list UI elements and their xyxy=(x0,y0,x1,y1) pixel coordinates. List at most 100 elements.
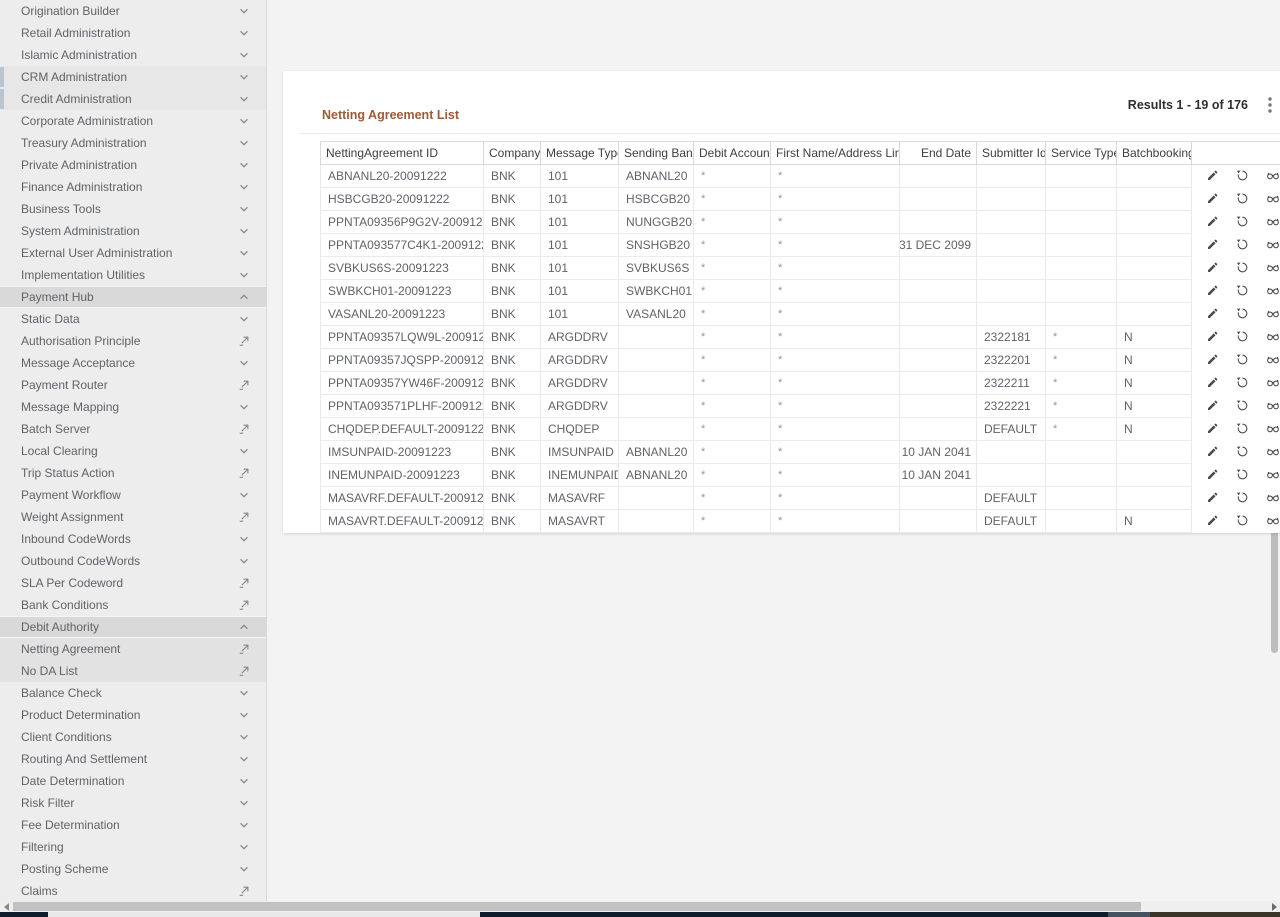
wildcard-value: * xyxy=(1053,331,1057,343)
view-button[interactable] xyxy=(1266,239,1280,253)
sidebar-item-risk-filter[interactable]: Risk Filter xyxy=(0,792,266,814)
sidebar-item-posting-scheme[interactable]: Posting Scheme xyxy=(0,858,266,880)
view-button[interactable] xyxy=(1266,308,1280,322)
sidebar-item-origination-builder[interactable]: Origination Builder xyxy=(0,0,266,22)
reset-button[interactable] xyxy=(1236,446,1249,460)
sidebar-item-date-determination[interactable]: Date Determination xyxy=(0,770,266,792)
sidebar-item-claims[interactable]: Claims xyxy=(0,880,266,901)
edit-button[interactable] xyxy=(1206,515,1219,529)
sidebar-item-fee-determination[interactable]: Fee Determination xyxy=(0,814,266,836)
view-button[interactable] xyxy=(1266,400,1280,414)
edit-button[interactable] xyxy=(1206,469,1219,483)
reset-button[interactable] xyxy=(1236,285,1249,299)
sidebar-item-local-clearing[interactable]: Local Clearing xyxy=(0,440,266,462)
bottom-edge-segment xyxy=(1150,912,1280,917)
cell-company: BNK xyxy=(484,418,541,441)
edit-button[interactable] xyxy=(1206,492,1219,506)
sidebar-item-retail-administration[interactable]: Retail Administration xyxy=(0,22,266,44)
sidebar-item-business-tools[interactable]: Business Tools xyxy=(0,198,266,220)
sidebar-item-balance-check[interactable]: Balance Check xyxy=(0,682,266,704)
sidebar-item-routing-and-settlement[interactable]: Routing And Settlement xyxy=(0,748,266,770)
sidebar-item-sla-per-codeword[interactable]: SLA Per Codeword xyxy=(0,572,266,594)
sidebar-item-trip-status-action[interactable]: Trip Status Action xyxy=(0,462,266,484)
sidebar-item-finance-administration[interactable]: Finance Administration xyxy=(0,176,266,198)
reset-button[interactable] xyxy=(1236,170,1249,184)
edit-button[interactable] xyxy=(1206,308,1219,322)
sidebar-item-crm-administration[interactable]: CRM Administration xyxy=(0,66,266,88)
view-button[interactable] xyxy=(1266,469,1280,483)
view-button[interactable] xyxy=(1266,262,1280,276)
edit-button[interactable] xyxy=(1206,331,1219,345)
reset-button[interactable] xyxy=(1236,331,1249,345)
reset-button[interactable] xyxy=(1236,239,1249,253)
edit-button[interactable] xyxy=(1206,170,1219,184)
sidebar-item-static-data[interactable]: Static Data xyxy=(0,308,266,330)
sidebar-item-bank-conditions[interactable]: Bank Conditions xyxy=(0,594,266,616)
sidebar-item-external-user-administration[interactable]: External User Administration xyxy=(0,242,266,264)
edit-button[interactable] xyxy=(1206,377,1219,391)
view-button[interactable] xyxy=(1266,216,1280,230)
reset-button[interactable] xyxy=(1236,423,1249,437)
reset-button[interactable] xyxy=(1236,354,1249,368)
bottom-window-edge xyxy=(0,912,1280,917)
reset-button[interactable] xyxy=(1236,492,1249,506)
view-button[interactable] xyxy=(1266,492,1280,506)
reset-button[interactable] xyxy=(1236,262,1249,276)
sidebar-item-islamic-administration[interactable]: Islamic Administration xyxy=(0,44,266,66)
kebab-menu-icon[interactable] xyxy=(1261,95,1279,115)
sidebar-item-treasury-administration[interactable]: Treasury Administration xyxy=(0,132,266,154)
sidebar-item-system-administration[interactable]: System Administration xyxy=(0,220,266,242)
sidebar-item-netting-agreement[interactable]: Netting Agreement xyxy=(0,638,266,660)
sidebar-item-client-conditions[interactable]: Client Conditions xyxy=(0,726,266,748)
sidebar-item-batch-server[interactable]: Batch Server xyxy=(0,418,266,440)
edit-button[interactable] xyxy=(1206,285,1219,299)
view-button[interactable] xyxy=(1266,285,1280,299)
cell-message_type: ARGDDRV xyxy=(541,372,619,395)
horizontal-scrollbar-thumb[interactable] xyxy=(13,902,1141,911)
edit-button[interactable] xyxy=(1206,400,1219,414)
sidebar-item-payment-hub[interactable]: Payment Hub xyxy=(0,286,266,308)
cell-debit_account: * xyxy=(694,303,771,326)
edit-button[interactable] xyxy=(1206,262,1219,276)
scroll-left-arrow-icon[interactable] xyxy=(0,901,12,912)
cell-first_name: * xyxy=(771,165,900,188)
sidebar-item-implementation-utilities[interactable]: Implementation Utilities xyxy=(0,264,266,286)
view-button[interactable] xyxy=(1266,331,1280,345)
edit-button[interactable] xyxy=(1206,193,1219,207)
sidebar-item-no-da-list[interactable]: No DA List xyxy=(0,660,266,682)
reset-button[interactable] xyxy=(1236,515,1249,529)
sidebar-item-private-administration[interactable]: Private Administration xyxy=(0,154,266,176)
sidebar-item-authorisation-principle[interactable]: Authorisation Principle xyxy=(0,330,266,352)
view-button[interactable] xyxy=(1266,170,1280,184)
scroll-right-arrow-icon[interactable] xyxy=(1268,901,1280,912)
view-button[interactable] xyxy=(1266,446,1280,460)
edit-button[interactable] xyxy=(1206,239,1219,253)
view-button[interactable] xyxy=(1266,354,1280,368)
view-button[interactable] xyxy=(1266,515,1280,529)
sidebar-item-inbound-codewords[interactable]: Inbound CodeWords xyxy=(0,528,266,550)
sidebar-item-payment-router[interactable]: Payment Router xyxy=(0,374,266,396)
sidebar-item-credit-administration[interactable]: Credit Administration xyxy=(0,88,266,110)
sidebar-item-filtering[interactable]: Filtering xyxy=(0,836,266,858)
reset-button[interactable] xyxy=(1236,216,1249,230)
reset-button[interactable] xyxy=(1236,308,1249,322)
reset-button[interactable] xyxy=(1236,400,1249,414)
reset-button[interactable] xyxy=(1236,193,1249,207)
reset-button[interactable] xyxy=(1236,469,1249,483)
sidebar-item-debit-authority[interactable]: Debit Authority xyxy=(0,616,266,638)
reset-button[interactable] xyxy=(1236,377,1249,391)
sidebar-item-message-acceptance[interactable]: Message Acceptance xyxy=(0,352,266,374)
edit-button[interactable] xyxy=(1206,423,1219,437)
view-button[interactable] xyxy=(1266,377,1280,391)
sidebar-item-payment-workflow[interactable]: Payment Workflow xyxy=(0,484,266,506)
sidebar-item-corporate-administration[interactable]: Corporate Administration xyxy=(0,110,266,132)
sidebar-item-outbound-codewords[interactable]: Outbound CodeWords xyxy=(0,550,266,572)
sidebar-item-product-determination[interactable]: Product Determination xyxy=(0,704,266,726)
edit-button[interactable] xyxy=(1206,354,1219,368)
edit-button[interactable] xyxy=(1206,446,1219,460)
sidebar-item-message-mapping[interactable]: Message Mapping xyxy=(0,396,266,418)
view-button[interactable] xyxy=(1266,423,1280,437)
edit-button[interactable] xyxy=(1206,216,1219,230)
sidebar-item-weight-assignment[interactable]: Weight Assignment xyxy=(0,506,266,528)
view-button[interactable] xyxy=(1266,193,1280,207)
